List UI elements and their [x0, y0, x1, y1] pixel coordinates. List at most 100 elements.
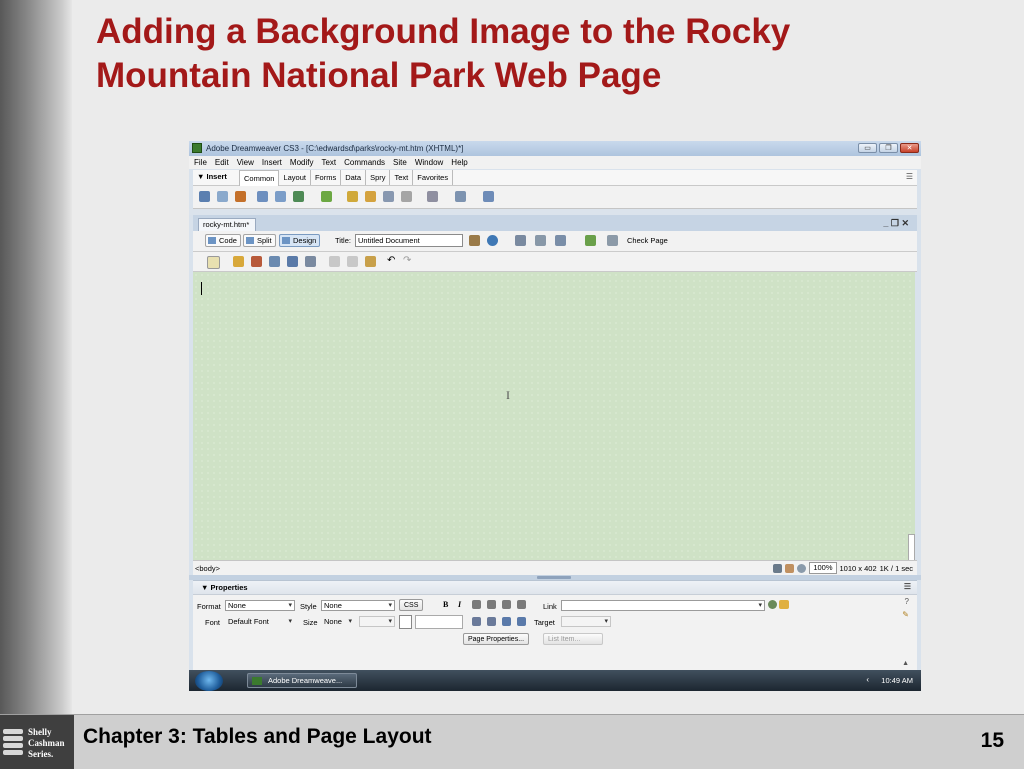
new-document-icon[interactable] [207, 256, 220, 269]
menu-help[interactable]: Help [446, 156, 470, 169]
validate-markup-icon[interactable] [585, 235, 596, 246]
media-icon[interactable] [321, 191, 332, 202]
head-icon[interactable] [401, 191, 412, 202]
minimize-button[interactable]: ▭ [858, 143, 877, 153]
split-view-button[interactable]: Split [243, 234, 276, 247]
ordered-list-icon[interactable] [487, 617, 496, 626]
cut-icon[interactable] [329, 256, 340, 267]
date-icon[interactable] [347, 191, 358, 202]
text-outdent-icon[interactable] [502, 617, 511, 626]
zoom-select[interactable]: 100% [809, 562, 837, 574]
visual-aids-icon[interactable] [555, 235, 566, 246]
menu-modify[interactable]: Modify [285, 156, 317, 169]
document-toolbar: Code Split Design Title: Untitled Docume… [193, 231, 917, 252]
hand-tool-icon[interactable] [785, 563, 795, 573]
text-indent-icon[interactable] [517, 617, 526, 626]
align-center-icon[interactable] [487, 600, 496, 609]
document-tab-rocky-mt[interactable]: rocky-mt.htm* [198, 218, 256, 231]
templates-icon[interactable] [455, 191, 466, 202]
insert-panel-toggle[interactable]: ▼ Insert [197, 172, 227, 181]
page-properties-button[interactable]: Page Properties... [463, 633, 530, 645]
align-left-icon[interactable] [472, 600, 481, 609]
insert-tab-common[interactable]: Common [239, 170, 280, 186]
point-to-file-icon[interactable] [768, 600, 777, 609]
panel-options-icon[interactable]: ☰ [906, 172, 913, 181]
font-select[interactable]: Default Font [225, 616, 295, 627]
taskbar-dreamweaver-button[interactable]: Adobe Dreamweave... [247, 673, 357, 688]
menu-text[interactable]: Text [316, 156, 339, 169]
css-button[interactable]: CSS [399, 599, 424, 611]
paste-icon[interactable] [365, 256, 376, 267]
named-anchor-icon[interactable] [235, 191, 246, 202]
size-select[interactable]: None [321, 616, 355, 627]
file-management-icon[interactable] [469, 235, 480, 246]
refresh-icon[interactable] [515, 235, 526, 246]
browse-bridge-icon[interactable] [251, 256, 262, 267]
undo-icon[interactable]: ↶ [387, 255, 395, 266]
close-button[interactable]: ✕ [900, 143, 919, 153]
menu-site[interactable]: Site [388, 156, 410, 169]
properties-header[interactable]: ▼ Properties ☰ [193, 581, 917, 595]
text-color-picker[interactable] [399, 615, 412, 629]
link-input[interactable] [561, 600, 765, 611]
restore-button[interactable]: ❐ [879, 143, 898, 153]
email-link-icon[interactable] [217, 191, 228, 202]
start-button[interactable] [195, 671, 223, 691]
menu-view[interactable]: View [232, 156, 257, 169]
menu-insert[interactable]: Insert [257, 156, 285, 169]
window-size-display[interactable]: 1010 x 402 [840, 564, 877, 573]
document-title-input[interactable]: Untitled Document [355, 234, 463, 247]
script-icon[interactable] [427, 191, 438, 202]
justify-icon[interactable] [517, 600, 526, 609]
redo-icon[interactable]: ↷ [403, 255, 411, 266]
zoom-tool-icon[interactable] [797, 563, 807, 573]
insert-tab-layout[interactable]: Layout [279, 170, 311, 185]
browse-folder-icon[interactable] [779, 600, 789, 609]
menu-commands[interactable]: Commands [339, 156, 388, 169]
menu-edit[interactable]: Edit [210, 156, 232, 169]
design-view-canvas[interactable]: I [193, 272, 915, 570]
tag-chooser-icon[interactable] [483, 191, 494, 202]
insert-tab-spry[interactable]: Spry [366, 170, 391, 185]
unordered-list-icon[interactable] [472, 617, 481, 626]
italic-button[interactable]: I [458, 600, 461, 609]
expand-properties-icon[interactable]: ▲ [902, 660, 909, 667]
format-select[interactable]: None [225, 600, 295, 611]
quick-tag-editor-icon[interactable]: ✎ [902, 610, 909, 619]
copy-icon[interactable] [347, 256, 358, 267]
insert-tab-forms[interactable]: Forms [311, 170, 342, 185]
comment-icon[interactable] [383, 191, 394, 202]
view-options-icon[interactable] [535, 235, 546, 246]
tag-selector[interactable]: <body> [195, 564, 220, 573]
select-tool-icon[interactable] [773, 563, 783, 573]
hyperlink-icon[interactable] [199, 191, 210, 202]
preview-browser-icon[interactable] [487, 235, 498, 246]
style-select[interactable]: None [321, 600, 395, 611]
align-right-icon[interactable] [502, 600, 511, 609]
insert-div-icon[interactable] [275, 191, 286, 202]
insert-tab-text[interactable]: Text [390, 170, 414, 185]
properties-options-icon[interactable]: ☰ [904, 582, 911, 591]
bold-button[interactable]: B [443, 600, 448, 609]
server-side-include-icon[interactable] [365, 191, 376, 202]
target-select [561, 616, 611, 627]
design-view-button[interactable]: Design [279, 234, 321, 247]
text-color-input[interactable] [415, 615, 463, 629]
table-icon[interactable] [257, 191, 268, 202]
menu-bar: File Edit View Insert Modify Text Comman… [189, 156, 921, 169]
menu-file[interactable]: File [189, 156, 210, 169]
save-icon[interactable] [269, 256, 280, 267]
check-browser-compat-icon[interactable] [607, 235, 618, 246]
insert-tab-data[interactable]: Data [341, 170, 367, 185]
code-view-button[interactable]: Code [205, 234, 241, 247]
open-icon[interactable] [233, 256, 244, 267]
image-icon[interactable] [293, 191, 304, 202]
tray-expand-icon[interactable]: ‹ [866, 675, 869, 684]
insert-tab-favorites[interactable]: Favorites [413, 170, 454, 185]
print-code-icon[interactable] [305, 256, 316, 267]
save-all-icon[interactable] [287, 256, 298, 267]
menu-window[interactable]: Window [410, 156, 446, 169]
check-page-button[interactable]: Check Page [627, 236, 668, 245]
document-window-controls[interactable]: _ ❐ ✕ [883, 218, 909, 229]
help-icon[interactable]: ? [905, 597, 909, 606]
